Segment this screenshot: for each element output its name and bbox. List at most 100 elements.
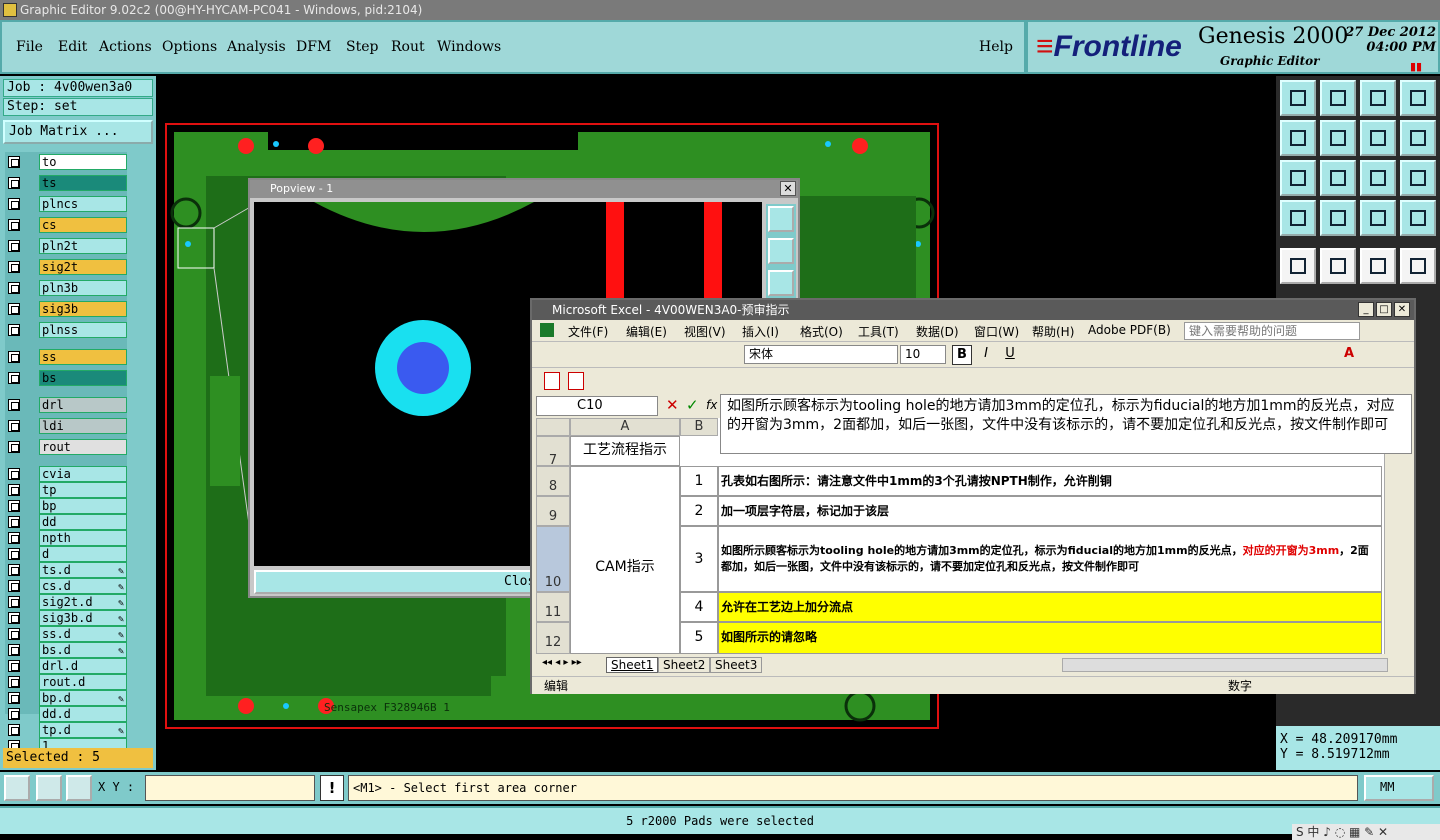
column-header-a[interactable]: A	[570, 418, 680, 436]
layer-name[interactable]: tp.d ✎	[39, 722, 127, 738]
menu-edit[interactable]: Edit	[58, 39, 87, 55]
layer-row[interactable]: plnss	[5, 322, 127, 338]
row-header[interactable]: 8	[536, 466, 570, 496]
center-icon[interactable]	[1320, 160, 1356, 196]
layer-name[interactable]: to	[39, 154, 127, 170]
home-icon[interactable]	[1360, 80, 1396, 116]
layer-name[interactable]: plncs	[39, 196, 127, 212]
menu-options[interactable]: Options	[162, 39, 217, 55]
layer-row[interactable]: drl.d	[5, 658, 127, 674]
layer-checkbox[interactable]	[8, 516, 20, 528]
layer-checkbox[interactable]	[8, 580, 20, 592]
layer-name[interactable]: sig2t.d ✎	[39, 594, 127, 610]
layer-name[interactable]: dd.d	[39, 706, 127, 722]
layer-name[interactable]: rout.d	[39, 674, 127, 690]
layer-row[interactable]: bp	[5, 498, 127, 514]
tool-icon[interactable]	[1280, 200, 1316, 236]
pad-icon[interactable]	[1280, 248, 1316, 284]
units-select[interactable]: MM	[1364, 775, 1434, 801]
layer-name[interactable]: ts.d ✎	[39, 562, 127, 578]
signal-alt-icon[interactable]	[1400, 200, 1436, 236]
layer-checkbox[interactable]	[8, 219, 20, 231]
layer-checkbox[interactable]	[8, 484, 20, 496]
line-icon[interactable]	[1320, 248, 1356, 284]
right-icon[interactable]	[1320, 120, 1356, 156]
layer-row[interactable]: tp	[5, 482, 127, 498]
excel-menu-item[interactable]: Adobe PDF(B)	[1088, 323, 1171, 337]
help-icon[interactable]	[1400, 160, 1436, 196]
layer-row[interactable]: rout.d	[5, 674, 127, 690]
layer-checkbox[interactable]	[8, 372, 20, 384]
layer-checkbox[interactable]	[8, 596, 20, 608]
underline-button[interactable]: U	[1000, 345, 1020, 365]
close-icon[interactable]: ✕	[1394, 302, 1410, 317]
snap-grid-icon[interactable]	[66, 775, 92, 801]
layer-name[interactable]: sig2t	[39, 259, 127, 275]
cell-instruction[interactable]: 如图所示的请忽略	[718, 622, 1382, 654]
layer-checkbox[interactable]	[8, 156, 20, 168]
cell-section[interactable]: CAM指示	[570, 466, 680, 654]
excel-menu-item[interactable]: 文件(F)	[568, 323, 608, 340]
layer-checkbox[interactable]	[8, 468, 20, 480]
layer-row[interactable]: sig2t.d ✎	[5, 594, 127, 610]
layer-name[interactable]: bp.d ✎	[39, 690, 127, 706]
layer-row[interactable]: npth	[5, 530, 127, 546]
row-header[interactable]: 9	[536, 496, 570, 526]
layer-checkbox[interactable]	[8, 612, 20, 624]
font-color-icon[interactable]: A	[1344, 346, 1360, 362]
menu-analysis[interactable]: Analysis	[227, 39, 286, 55]
cell-instruction[interactable]: 允许在工艺边上加分流点	[718, 592, 1382, 622]
maximize-icon[interactable]: □	[1376, 302, 1392, 317]
layer-row[interactable]: bs	[5, 370, 127, 386]
formula-bar[interactable]: 如图所示顾客标示为tooling hole的地方请加3mm的定位孔，标示为fid…	[720, 394, 1412, 454]
excel-menu-item[interactable]: 编辑(E)	[626, 323, 667, 340]
job-matrix-button[interactable]: Job Matrix ...	[3, 120, 153, 144]
pause-icon[interactable]: ▮▮	[1410, 60, 1422, 73]
layer-checkbox[interactable]	[8, 548, 20, 560]
popview-close-icon[interactable]: ✕	[780, 181, 796, 196]
layer-name[interactable]: npth	[39, 530, 127, 546]
popview-tool-icon[interactable]	[768, 238, 794, 264]
excel-menu-item[interactable]: 插入(I)	[742, 323, 779, 340]
layer-row[interactable]: ts	[5, 175, 127, 191]
cell-step-number[interactable]: 5	[680, 622, 718, 654]
layer-name[interactable]: sig3b.d ✎	[39, 610, 127, 626]
cell-instruction[interactable]: 孔表如右图所示：请注意文件中1mm的3个孔请按NPTH制作，允许削铜	[718, 466, 1382, 496]
layer-row[interactable]: sig3b	[5, 301, 127, 317]
sheet-tab-1[interactable]: Sheet1	[606, 657, 659, 673]
font-name-select[interactable]: 宋体	[744, 345, 898, 364]
layer-checkbox[interactable]	[8, 351, 20, 363]
excel-menu-item[interactable]: 格式(O)	[800, 323, 843, 340]
layer-name[interactable]: ts	[39, 175, 127, 191]
layer-row[interactable]: dd.d	[5, 706, 127, 722]
italic-button[interactable]: I	[976, 345, 996, 365]
layer-name[interactable]: sig3b	[39, 301, 127, 317]
layer-row[interactable]: sig3b.d ✎	[5, 610, 127, 626]
layer-checkbox[interactable]	[8, 240, 20, 252]
layer-checkbox[interactable]	[8, 564, 20, 576]
popview-tool-icon[interactable]	[768, 270, 794, 296]
layer-checkbox[interactable]	[8, 628, 20, 640]
left-icon[interactable]	[1280, 120, 1316, 156]
layer-row[interactable]: ldi	[5, 418, 127, 434]
layer-checkbox[interactable]	[8, 261, 20, 273]
swap-icon[interactable]	[1400, 120, 1436, 156]
menu-windows[interactable]: Windows	[437, 39, 501, 55]
cell-step-number[interactable]: 4	[680, 592, 718, 622]
layer-row[interactable]: drl	[5, 397, 127, 413]
horizontal-scrollbar[interactable]	[1062, 658, 1388, 672]
layer-name[interactable]: ldi	[39, 418, 127, 434]
menu-actions[interactable]: Actions	[99, 39, 152, 55]
layer-name[interactable]: drl.d	[39, 658, 127, 674]
menu-help[interactable]: Help	[979, 39, 1013, 55]
layer-row[interactable]: pln2t	[5, 238, 127, 254]
excel-menu-item[interactable]: 帮助(H)	[1032, 323, 1074, 340]
layer-row[interactable]: cs	[5, 217, 127, 233]
layer-name[interactable]: bp	[39, 498, 127, 514]
move-down-icon[interactable]	[1320, 80, 1356, 116]
layer-row[interactable]: d	[5, 546, 127, 562]
layer-row[interactable]: dd	[5, 514, 127, 530]
layer-row[interactable]: bs.d ✎	[5, 642, 127, 658]
cell-instruction[interactable]: 加一项层字符层，标记加于该层	[718, 496, 1382, 526]
layer-checkbox[interactable]	[8, 324, 20, 336]
